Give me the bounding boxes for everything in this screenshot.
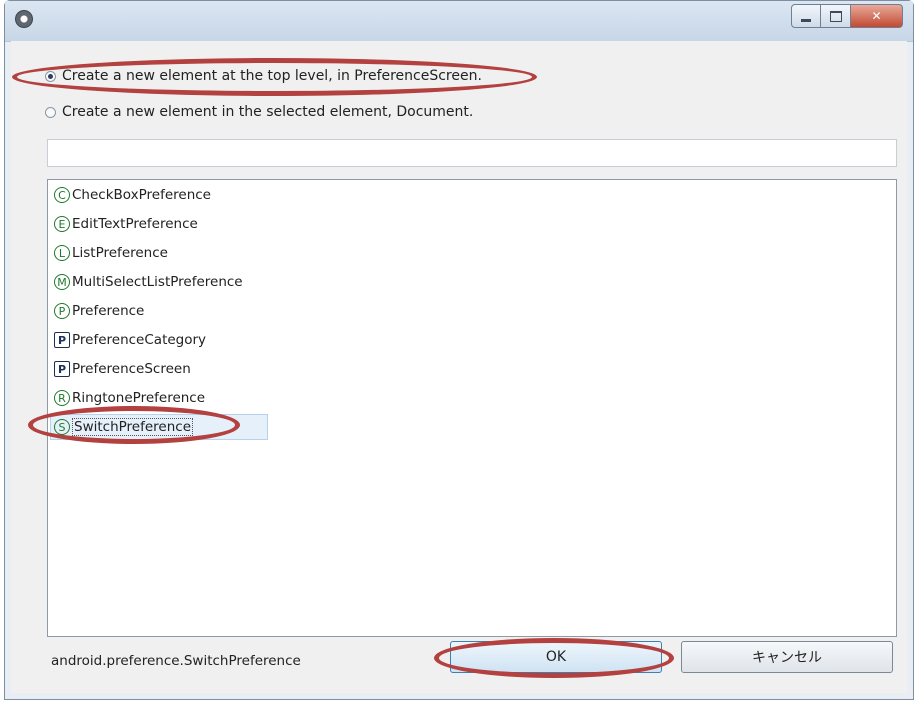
- minimize-button[interactable]: [791, 4, 821, 28]
- list-item[interactable]: E EditTextPreference: [54, 213, 198, 235]
- list-item-label: EditTextPreference: [72, 216, 198, 232]
- close-icon: ✕: [871, 9, 882, 23]
- list-item[interactable]: P Preference: [54, 300, 144, 322]
- list-item-label: Preference: [72, 303, 145, 319]
- radio-top-level[interactable]: Create a new element at the top level, i…: [45, 68, 482, 84]
- radio-in-selected[interactable]: Create a new element in the selected ele…: [45, 104, 473, 120]
- close-button[interactable]: ✕: [851, 4, 903, 28]
- element-type-icon: C: [54, 187, 70, 203]
- title-bar[interactable]: ✕: [5, 1, 913, 42]
- element-type-icon: S: [54, 419, 70, 435]
- list-item-label: RingtonePreference: [72, 390, 206, 406]
- element-list[interactable]: C CheckBoxPreference E EditTextPreference L L…: [47, 179, 897, 637]
- list-item[interactable]: P PreferenceCategory: [54, 329, 206, 351]
- minimize-icon: [801, 18, 811, 22]
- list-item[interactable]: C CheckBoxPreference: [54, 184, 211, 206]
- list-item[interactable]: R RingtonePreference: [54, 387, 205, 409]
- element-type-icon: R: [54, 390, 70, 406]
- window-controls: ✕: [791, 4, 903, 28]
- element-type-icon: P: [54, 361, 70, 377]
- list-item-label: CheckBoxPreference: [72, 187, 211, 203]
- eclipse-gear-icon: [15, 10, 33, 28]
- radio-button-unchecked[interactable]: [45, 106, 56, 118]
- element-type-icon: P: [54, 332, 70, 348]
- dialog-window: ✕ Create a new element at the top level,…: [4, 0, 914, 700]
- radio-button-checked[interactable]: [45, 70, 56, 82]
- element-type-icon: M: [54, 274, 70, 290]
- list-item-label: PreferenceScreen: [72, 361, 191, 377]
- list-item[interactable]: S SwitchPreference: [54, 416, 193, 438]
- list-item[interactable]: P PreferenceScreen: [54, 358, 191, 380]
- list-item-label: MultiSelectListPreference: [72, 274, 243, 290]
- list-item-label: SwitchPreference: [72, 418, 193, 436]
- element-type-icon: L: [54, 245, 70, 261]
- element-type-icon: E: [54, 216, 70, 232]
- radio-in-selected-label: Create a new element in the selected ele…: [62, 104, 474, 120]
- radio-top-level-label: Create a new element at the top level, i…: [62, 68, 482, 84]
- list-item-label: PreferenceCategory: [72, 332, 207, 348]
- ok-button[interactable]: OK: [450, 641, 662, 673]
- list-item[interactable]: M MultiSelectListPreference: [54, 271, 243, 293]
- cancel-button[interactable]: キャンセル: [681, 641, 893, 673]
- filter-input[interactable]: [47, 139, 897, 167]
- maximize-button[interactable]: [821, 4, 851, 28]
- selected-class-name: android.preference.SwitchPreference: [51, 653, 301, 669]
- maximize-icon: [829, 10, 842, 22]
- list-item[interactable]: L ListPreference: [54, 242, 168, 264]
- element-type-icon: P: [54, 303, 70, 319]
- dialog-body: Create a new element at the top level, i…: [11, 41, 907, 693]
- list-item-label: ListPreference: [72, 245, 168, 261]
